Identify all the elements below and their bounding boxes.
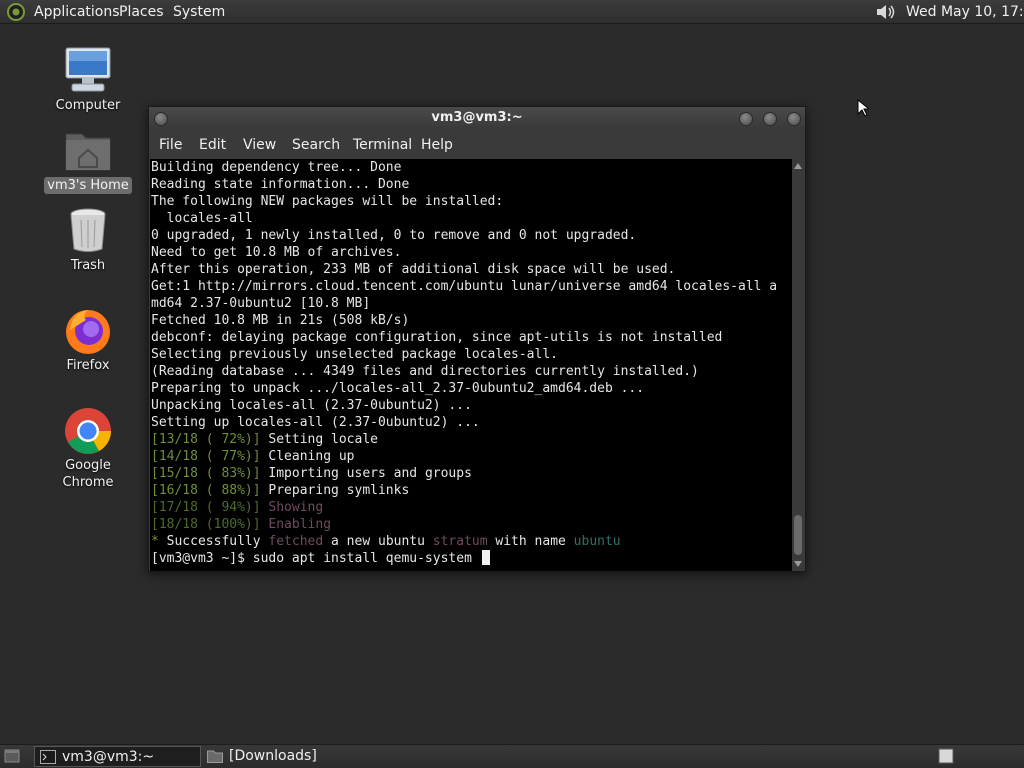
progress-text: Setting locale	[260, 432, 378, 447]
maximize-button[interactable]	[763, 112, 777, 126]
chrome-icon	[65, 408, 111, 454]
success-line: * Successfully fetched a new ubuntu stra…	[151, 533, 621, 550]
desktop-icon-label: Google Chrome	[62, 458, 114, 490]
desktop-icon-label: Computer	[55, 98, 121, 113]
output-line: Building dependency tree... Done	[151, 160, 402, 175]
mouse-pointer-icon	[857, 99, 869, 117]
progress-prefix: [15/18 ( 83%)]	[151, 466, 261, 481]
output-line: Need to get 10.8 MB of archives.	[151, 245, 402, 260]
progress-line: [15/18 ( 83%)] Importing users and group…	[151, 465, 472, 482]
desktop-icon-chrome[interactable]: Google Chrome	[38, 404, 138, 491]
output-line: Get:1 http://mirrors.cloud.tencent.com/u…	[151, 279, 778, 294]
progress-text: Importing users and groups	[260, 466, 472, 481]
window-title: vm3@vm3:~	[431, 110, 523, 125]
workspace-switcher-icon[interactable]	[938, 748, 954, 764]
success-text: with name	[487, 534, 574, 549]
desktop-icon-trash[interactable]: Trash	[38, 204, 138, 274]
text-cursor	[481, 550, 490, 565]
progress-text: Enabling	[260, 517, 332, 532]
firefox-icon	[66, 310, 110, 354]
mate-logo-icon[interactable]	[7, 3, 25, 21]
bottom-panel: vm3@vm3:~ [Downloads]	[0, 744, 1024, 768]
output-line: (Reading database ... 4349 files and dir…	[151, 364, 699, 379]
places-menu[interactable]: Places	[119, 3, 164, 21]
taskbar-label: vm3@vm3:~	[62, 749, 155, 765]
progress-line: [16/18 ( 88%)] Preparing symlinks	[151, 482, 409, 499]
progress-text: Showing	[260, 500, 324, 515]
taskbar-terminal[interactable]: vm3@vm3:~	[34, 746, 201, 767]
typed-command[interactable]: sudo apt install qemu-system	[253, 551, 480, 566]
scroll-up-arrow-icon[interactable]	[794, 163, 802, 169]
computer-icon	[65, 47, 111, 92]
output-line: Preparing to unpack .../locales-all_2.37…	[151, 381, 645, 396]
taskbar-label: [Downloads]	[229, 748, 317, 764]
show-desktop-icon[interactable]	[4, 749, 20, 763]
progress-text: Preparing symlinks	[260, 483, 410, 498]
prompt-line[interactable]: [vm3@vm3 ~]$ sudo apt install qemu-syste…	[151, 550, 490, 567]
minimize-button[interactable]	[739, 112, 753, 126]
window-titlebar[interactable]: vm3@vm3:~	[149, 107, 805, 131]
shell-prompt: [vm3@vm3 ~]$	[151, 551, 253, 566]
menu-terminal[interactable]: Terminal	[353, 137, 412, 153]
system-menu[interactable]: System	[173, 3, 225, 21]
progress-prefix: [13/18 ( 72%)]	[151, 432, 261, 447]
progress-line: [14/18 ( 77%)] Cleaning up	[151, 448, 355, 465]
menu-edit[interactable]: Edit	[199, 137, 226, 153]
progress-prefix: [18/18 (100%)]	[151, 517, 261, 532]
success-bullet: *	[151, 534, 159, 549]
menu-search[interactable]: Search	[292, 137, 340, 153]
output-line: The following NEW packages will be insta…	[151, 194, 504, 209]
success-highlight: ubuntu	[573, 534, 621, 549]
progress-line: [18/18 (100%)] Enabling	[151, 516, 331, 533]
progress-prefix: [16/18 ( 88%)]	[151, 483, 261, 498]
success-highlight: fetched	[268, 534, 324, 549]
menu-file[interactable]: File	[159, 137, 182, 153]
output-line: Setting up locales-all (2.37-0ubuntu2) .…	[151, 415, 480, 430]
success-text: Successfully	[158, 534, 269, 549]
terminal-window[interactable]: vm3@vm3:~ File Edit View Search Terminal…	[148, 106, 806, 572]
scroll-down-arrow-icon[interactable]	[794, 561, 802, 567]
volume-icon[interactable]	[874, 2, 898, 22]
output-line: md64 2.37-0ubuntu2 [10.8 MB]	[151, 296, 371, 311]
progress-text: Cleaning up	[260, 449, 355, 464]
success-text: a new ubuntu	[323, 534, 433, 549]
applications-menu[interactable]: Applications	[34, 3, 120, 21]
desktop-icon-computer[interactable]: Computer	[38, 44, 138, 114]
progress-prefix: [14/18 ( 77%)]	[151, 449, 261, 464]
output-line: locales-all	[151, 211, 253, 226]
trash-icon	[70, 208, 106, 252]
clock[interactable]: Wed May 10, 17:41	[906, 3, 1024, 21]
desktop-icon-home[interactable]: vm3's Home	[38, 124, 138, 194]
home-folder-icon	[65, 133, 111, 171]
desktop-icon-label: Trash	[70, 258, 106, 273]
top-panel: Applications Places System Wed May 10, 1…	[0, 0, 1024, 24]
desktop-icon-label: vm3's Home	[44, 177, 132, 194]
terminal-menubar: File Edit View Search Terminal Help	[149, 131, 805, 159]
taskbar-downloads[interactable]: [Downloads]	[202, 746, 402, 767]
progress-line: [17/18 ( 94%)] Showing	[151, 499, 323, 516]
terminal-output[interactable]: Building dependency tree... Done Reading…	[150, 159, 792, 571]
terminal-icon	[40, 750, 56, 764]
progress-prefix: [17/18 ( 94%)]	[151, 500, 261, 515]
desktop-icon-label: Firefox	[66, 358, 110, 373]
success-highlight: stratum	[432, 534, 488, 549]
close-button[interactable]	[787, 112, 801, 126]
desktop-icon-firefox[interactable]: Firefox	[38, 304, 138, 374]
folder-icon	[207, 750, 223, 763]
scrollbar-thumb[interactable]	[794, 515, 802, 555]
output-line: After this operation, 233 MB of addition…	[151, 262, 676, 277]
terminal-scrollbar[interactable]	[792, 159, 804, 571]
output-line: Reading state information... Done	[151, 177, 410, 192]
output-line: debconf: delaying package configuration,…	[151, 330, 723, 345]
menu-view[interactable]: View	[243, 137, 276, 153]
output-line: Selecting previously unselected package …	[151, 347, 558, 362]
output-line: Fetched 10.8 MB in 21s (508 kB/s)	[151, 313, 410, 328]
output-line: Unpacking locales-all (2.37-0ubuntu2) ..…	[151, 398, 472, 413]
output-line: 0 upgraded, 1 newly installed, 0 to remo…	[151, 228, 637, 243]
progress-line: [13/18 ( 72%)] Setting locale	[151, 431, 378, 448]
menu-help[interactable]: Help	[421, 137, 453, 153]
